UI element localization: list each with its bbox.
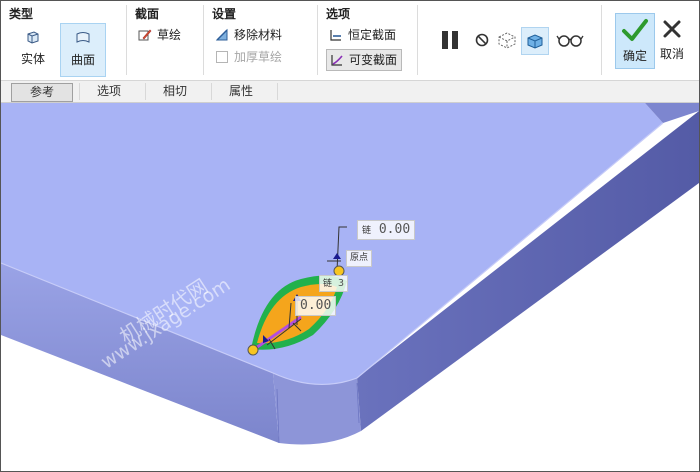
solid-label: 实体 <box>20 52 45 66</box>
variable-section-button[interactable]: 可变截面 <box>326 49 403 71</box>
variable-section-label: 可变截面 <box>349 53 398 67</box>
checkmark-icon <box>622 19 648 41</box>
constant-section-button[interactable]: 恒定截面 <box>326 25 396 45</box>
preview-glasses-button[interactable] <box>553 27 587 53</box>
type-group: 类型 实体 曲面 <box>1 1 126 80</box>
options-group-title: 选项 <box>326 7 351 21</box>
tab-options[interactable]: 选项 <box>79 83 139 100</box>
dim-top-value: 0.00 <box>378 222 411 237</box>
constant-section-icon <box>330 30 341 41</box>
pause-button[interactable] <box>437 27 463 53</box>
dim-top-tag[interactable]: 链 0.00 <box>357 220 416 240</box>
solid-button[interactable]: 实体 <box>9 23 57 73</box>
remove-material-button[interactable]: 移除材料 <box>212 25 282 45</box>
tab-references[interactable]: 参考 <box>11 83 73 102</box>
chain-value: 3 <box>338 278 345 289</box>
ok-label: 确定 <box>622 49 647 63</box>
tab-properties[interactable]: 属性 <box>211 83 271 100</box>
options-group: 选项 恒定截面 可变截面 <box>318 1 416 80</box>
graphics-window[interactable]: 链 0.00 原点 链 3 0.00 机械时代网 www.jxage.com <box>1 103 699 471</box>
separator <box>417 5 418 75</box>
dim-top-prefix: 链 <box>362 226 372 236</box>
close-icon <box>663 20 681 38</box>
section-group-title: 截面 <box>135 7 160 21</box>
separate-preview-icon <box>498 32 516 49</box>
sketch-pencil-icon <box>138 29 152 41</box>
chain-label: 链 <box>323 279 333 289</box>
surface-label: 曲面 <box>70 53 95 67</box>
sketch-label: 草绘 <box>157 28 182 42</box>
settings-group-title: 设置 <box>212 7 237 21</box>
section-group: 截面 草绘 <box>127 1 202 80</box>
ribbon: 类型 实体 曲面 截面 草绘 设置 移除材料 加厚草绘 选项 恒定截面 可变截面… <box>1 1 699 81</box>
remove-material-label: 移除材料 <box>234 28 283 42</box>
sketch-button[interactable]: 草绘 <box>135 25 181 45</box>
cancel-label: 取消 <box>659 47 684 61</box>
surface-button[interactable]: 曲面 <box>60 23 106 77</box>
dashboard-tabs: 参考 选项 相切 属性 <box>1 81 699 103</box>
window: 类型 实体 曲面 截面 草绘 设置 移除材料 加厚草绘 选项 恒定截面 可变截面… <box>0 0 700 472</box>
ok-button[interactable]: 确定 <box>615 13 655 69</box>
verify-mode-button[interactable] <box>521 27 549 55</box>
remove-material-icon <box>215 28 228 41</box>
separator <box>601 5 602 75</box>
thicken-sketch-button[interactable]: 加厚草绘 <box>212 47 282 67</box>
variable-section-icon <box>331 55 343 66</box>
cancel-button[interactable]: 取消 <box>657 13 687 67</box>
separator <box>277 83 278 100</box>
tab-tangency[interactable]: 相切 <box>145 83 205 100</box>
thicken-sketch-label: 加厚草绘 <box>234 50 283 64</box>
verify-mode-icon <box>527 34 543 49</box>
pause-icon <box>442 31 458 49</box>
solid-icon <box>27 31 39 44</box>
thicken-sketch-icon <box>216 51 228 63</box>
separate-preview-button[interactable] <box>494 27 520 53</box>
end-point-icon[interactable] <box>247 344 259 356</box>
dim-mid-value[interactable]: 0.00 <box>295 296 337 316</box>
glasses-icon <box>556 35 584 47</box>
no-preview-icon <box>475 33 489 47</box>
model-geometry <box>1 103 699 445</box>
constant-section-label: 恒定截面 <box>348 28 397 42</box>
settings-group: 设置 移除材料 加厚草绘 <box>204 1 316 80</box>
origin-label: 原点 <box>346 250 373 267</box>
type-group-title: 类型 <box>9 7 34 21</box>
surface-icon <box>76 32 90 43</box>
no-preview-button[interactable] <box>469 27 495 53</box>
chain-tag[interactable]: 链 3 <box>319 275 349 292</box>
